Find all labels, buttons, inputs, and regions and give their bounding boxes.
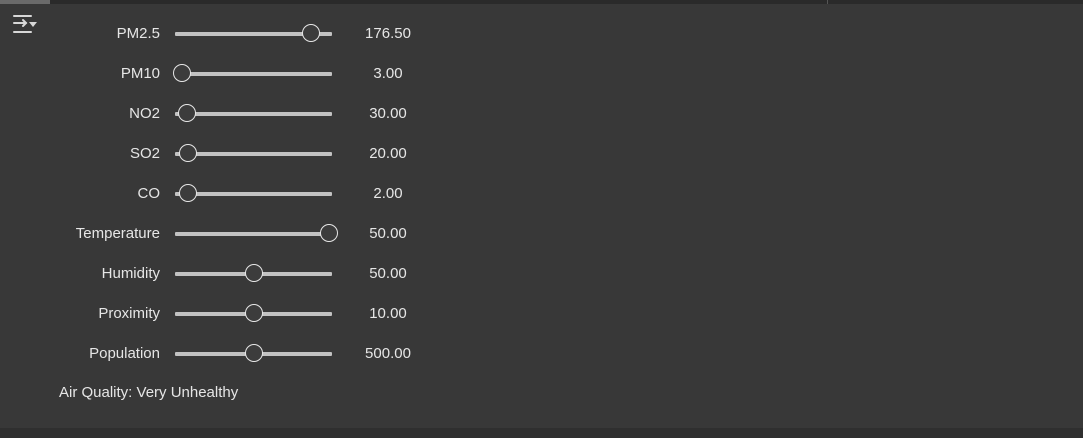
slider-row-so2: SO2 20.00 <box>0 142 460 166</box>
slider-label: PM10 <box>120 65 160 82</box>
slider-value: 176.50 <box>365 25 411 42</box>
slider-value: 10.00 <box>369 305 407 322</box>
slider-row-humidity: Humidity 50.00 <box>0 262 460 286</box>
slider-handle[interactable] <box>245 304 263 322</box>
slider-handle[interactable] <box>179 144 197 162</box>
slider-label: Proximity <box>98 305 160 322</box>
slider-value: 3.00 <box>373 65 403 82</box>
slider-handle[interactable] <box>177 104 196 122</box>
slider-value: 50.00 <box>369 265 407 282</box>
slider-value: 500.00 <box>365 345 411 362</box>
slider-track[interactable] <box>175 112 332 116</box>
slider-temperature[interactable] <box>175 222 338 246</box>
air-quality-status: Air Quality: Very Unhealthy <box>59 384 239 401</box>
slider-row-population: Population 500.00 <box>0 342 460 366</box>
slider-so2[interactable] <box>175 142 332 166</box>
slider-handle[interactable] <box>320 224 338 242</box>
slider-handle[interactable] <box>179 184 197 202</box>
slider-population[interactable] <box>175 342 332 366</box>
top-bar-separator <box>827 0 828 4</box>
slider-co[interactable] <box>175 182 332 206</box>
slider-row-temperature: Temperature 50.00 <box>0 222 460 246</box>
slider-handle[interactable] <box>173 64 191 82</box>
slider-value: 2.00 <box>373 185 403 202</box>
slider-label: Humidity <box>101 265 160 282</box>
slider-label: NO2 <box>129 105 160 122</box>
top-bar-accent <box>0 0 50 4</box>
slider-value: 30.00 <box>369 105 407 122</box>
slider-track[interactable] <box>175 152 332 156</box>
slider-no2[interactable] <box>175 102 332 126</box>
slider-row-pm25: PM2.5 176.50 <box>0 22 460 46</box>
slider-row-pm10: PM10 3.00 <box>0 62 460 86</box>
slider-pm25[interactable] <box>175 22 332 46</box>
slider-humidity[interactable] <box>175 262 332 286</box>
slider-value: 50.00 <box>369 225 407 242</box>
slider-label: Population <box>89 345 160 362</box>
slider-row-no2: NO2 30.00 <box>0 102 460 126</box>
slider-pm10[interactable] <box>173 62 332 86</box>
slider-label: PM2.5 <box>116 25 160 42</box>
slider-label: CO <box>137 185 161 202</box>
slider-track[interactable] <box>175 192 332 196</box>
bottom-bar <box>0 428 1083 438</box>
top-bar <box>0 0 1083 4</box>
slider-handle[interactable] <box>302 24 320 42</box>
slider-track[interactable] <box>175 232 332 236</box>
slider-row-proximity: Proximity 10.00 <box>0 302 460 326</box>
slider-handle[interactable] <box>245 344 263 362</box>
slider-handle[interactable] <box>245 264 263 282</box>
slider-value: 20.00 <box>369 145 407 162</box>
slider-label: SO2 <box>129 145 160 162</box>
slider-row-co: CO 2.00 <box>0 182 460 206</box>
slider-track[interactable] <box>175 72 332 76</box>
slider-label: Temperature <box>75 225 160 242</box>
slider-proximity[interactable] <box>175 302 332 326</box>
widget-output-panel: PM2.5 176.50 PM10 3.00 NO2 30.00 SO2 20.… <box>0 0 1083 438</box>
